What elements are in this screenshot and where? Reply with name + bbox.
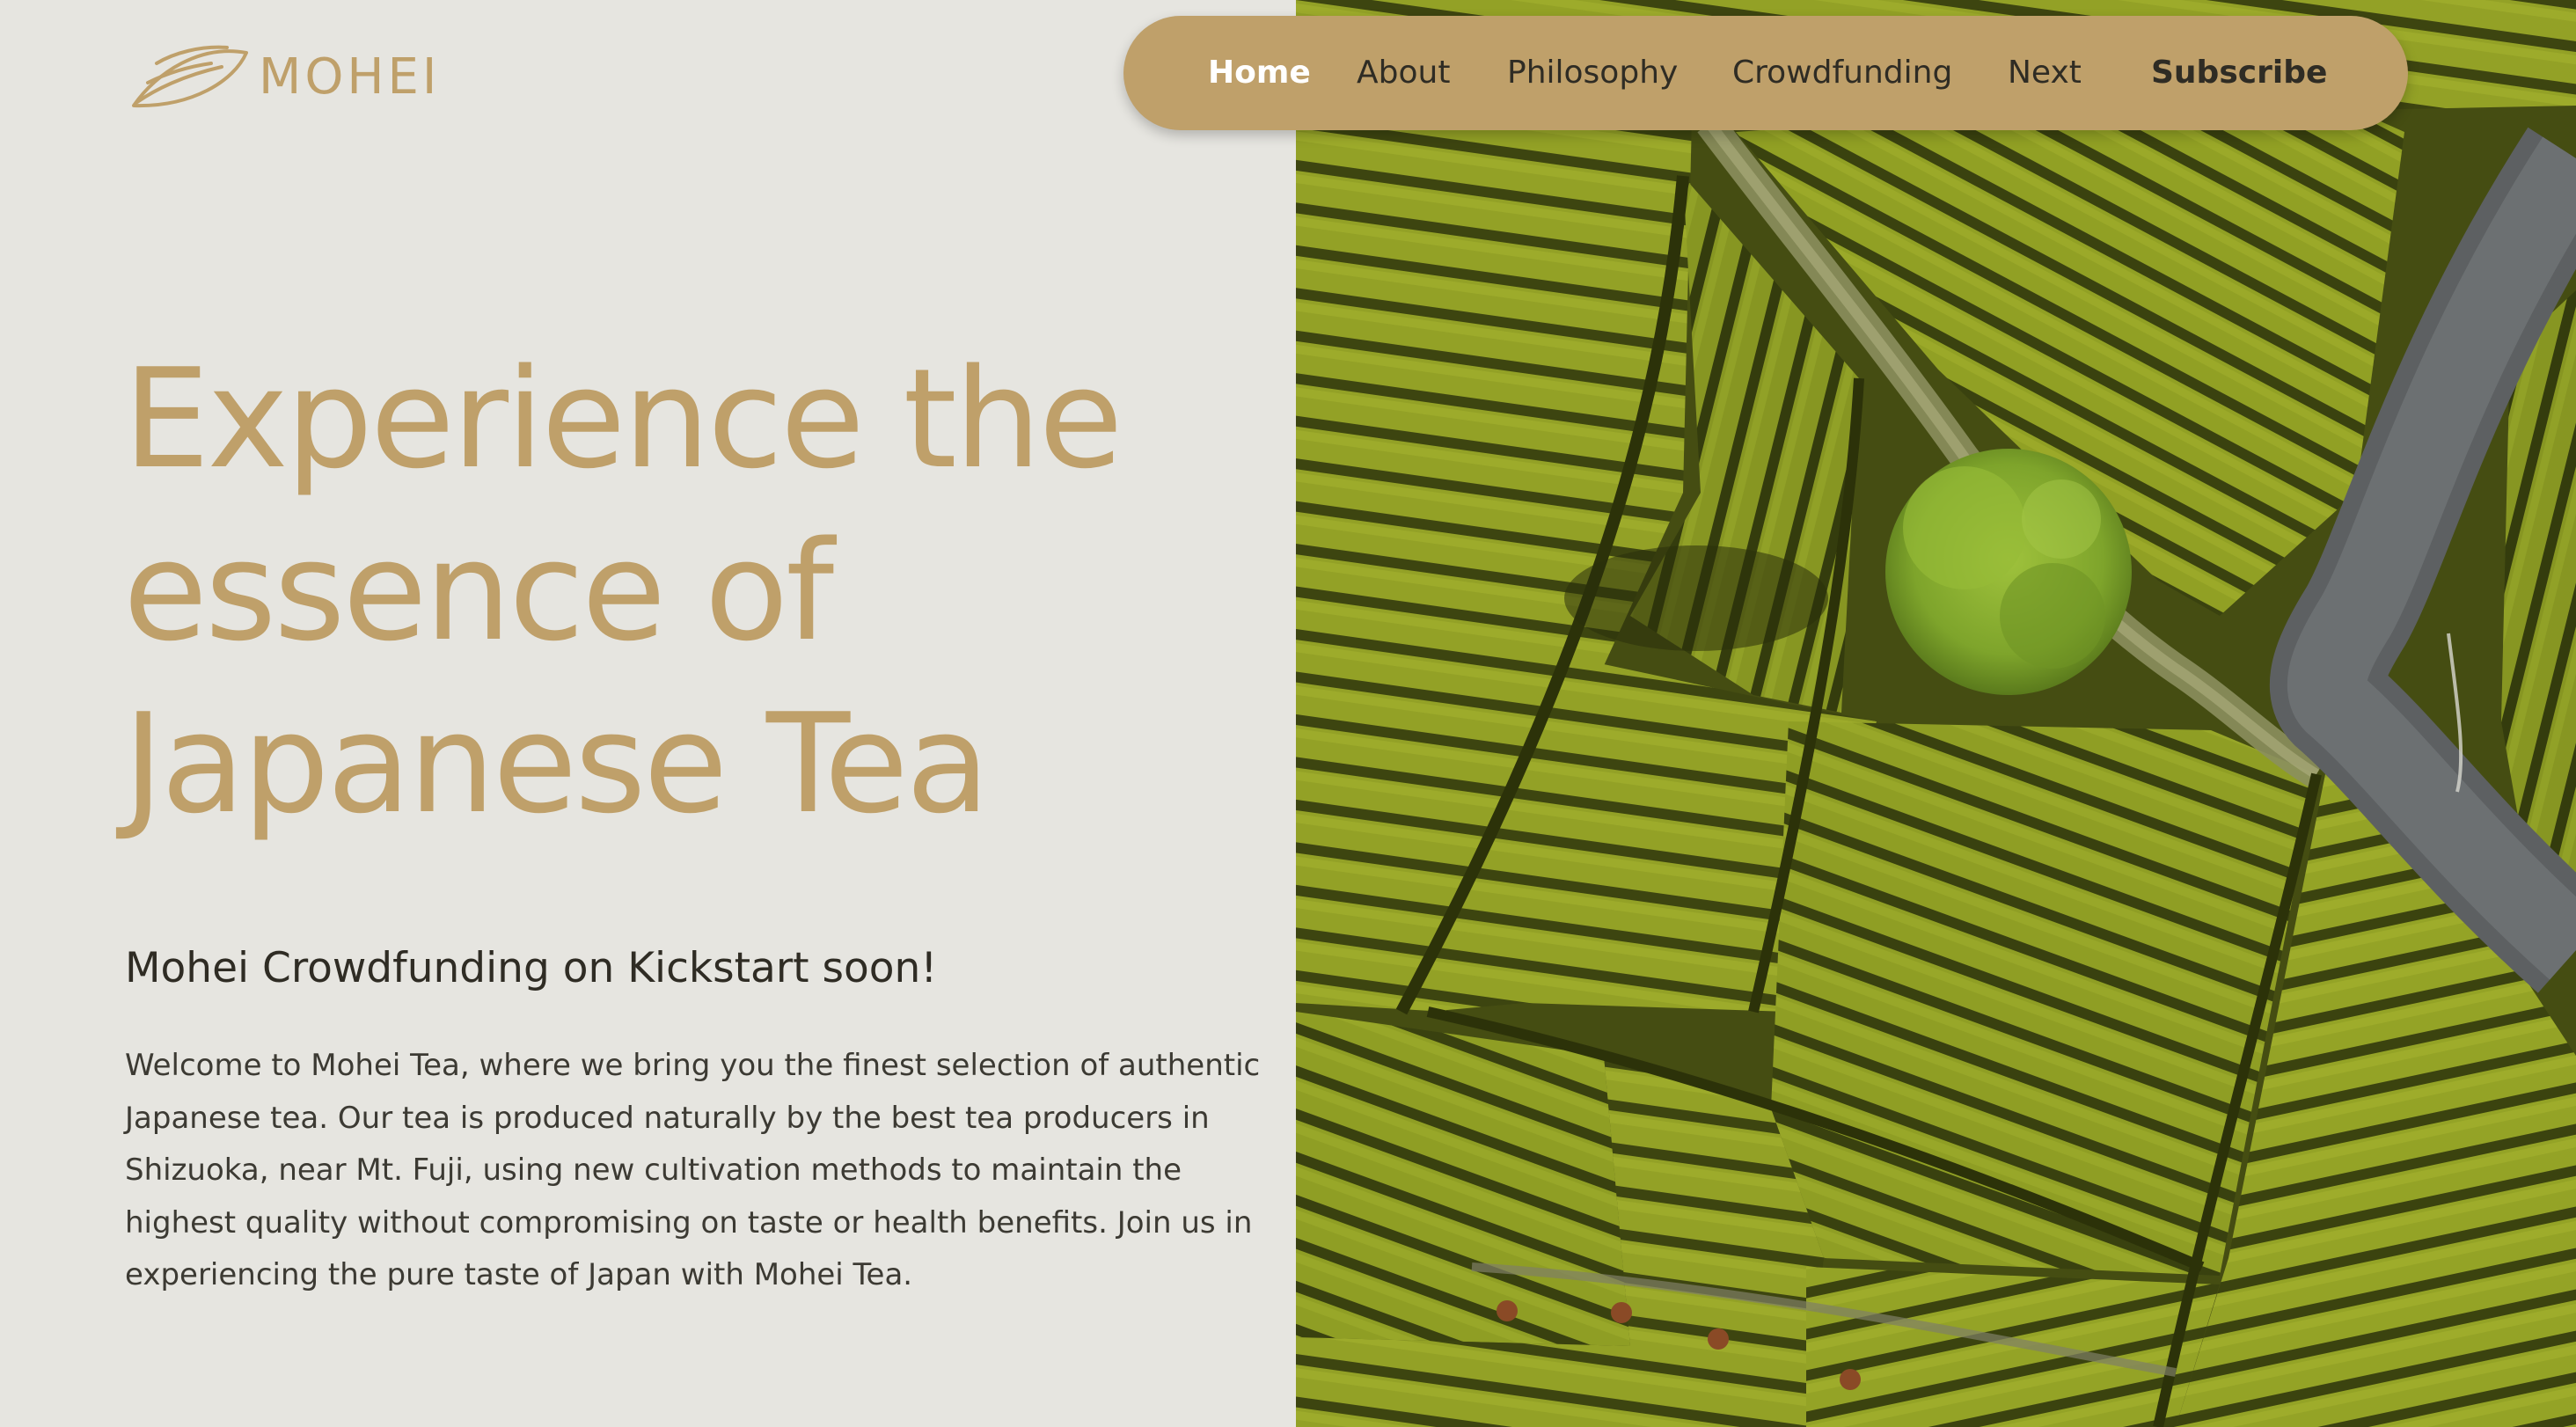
nav-item-crowdfunding[interactable]: Crowdfunding — [1732, 16, 1952, 130]
intro-line: Japanese tea. Our tea is produced natura… — [125, 1100, 1210, 1136]
intro-line: experiencing the pure taste of Japan wit… — [125, 1257, 913, 1292]
hero-headline: Experience the essence of Japanese Tea — [123, 333, 1267, 850]
nav-item-home[interactable]: Home — [1208, 16, 1311, 130]
hero-subheading: Mohei Crowdfunding on Kickstart soon! — [125, 944, 938, 992]
hero-headline-line: essence of — [123, 511, 834, 671]
brand-logo[interactable]: MOHEI — [130, 33, 440, 114]
nav-item-next[interactable]: Next — [2008, 16, 2082, 130]
nav-item-subscribe[interactable]: Subscribe — [2151, 16, 2327, 130]
tea-leaf-icon — [132, 45, 248, 108]
hero-headline-line: Experience the — [123, 339, 1123, 499]
intro-line: Welcome to Mohei Tea, where we bring you… — [125, 1048, 1261, 1083]
hero-intro-paragraph: Welcome to Mohei Tea, where we bring you… — [125, 1040, 1260, 1302]
nav-item-philosophy[interactable]: Philosophy — [1507, 16, 1678, 130]
hero-image — [1296, 0, 2576, 1427]
brand-name: MOHEI — [259, 48, 441, 106]
intro-line: Shizuoka, near Mt. Fuji, using new culti… — [125, 1153, 1182, 1188]
main-nav: Home About Philosophy Crowdfunding Next … — [1123, 16, 2408, 130]
intro-line: highest quality without compromising on … — [125, 1204, 1253, 1240]
hero-headline-line: Japanese Tea — [123, 684, 990, 844]
nav-item-about[interactable]: About — [1357, 16, 1450, 130]
